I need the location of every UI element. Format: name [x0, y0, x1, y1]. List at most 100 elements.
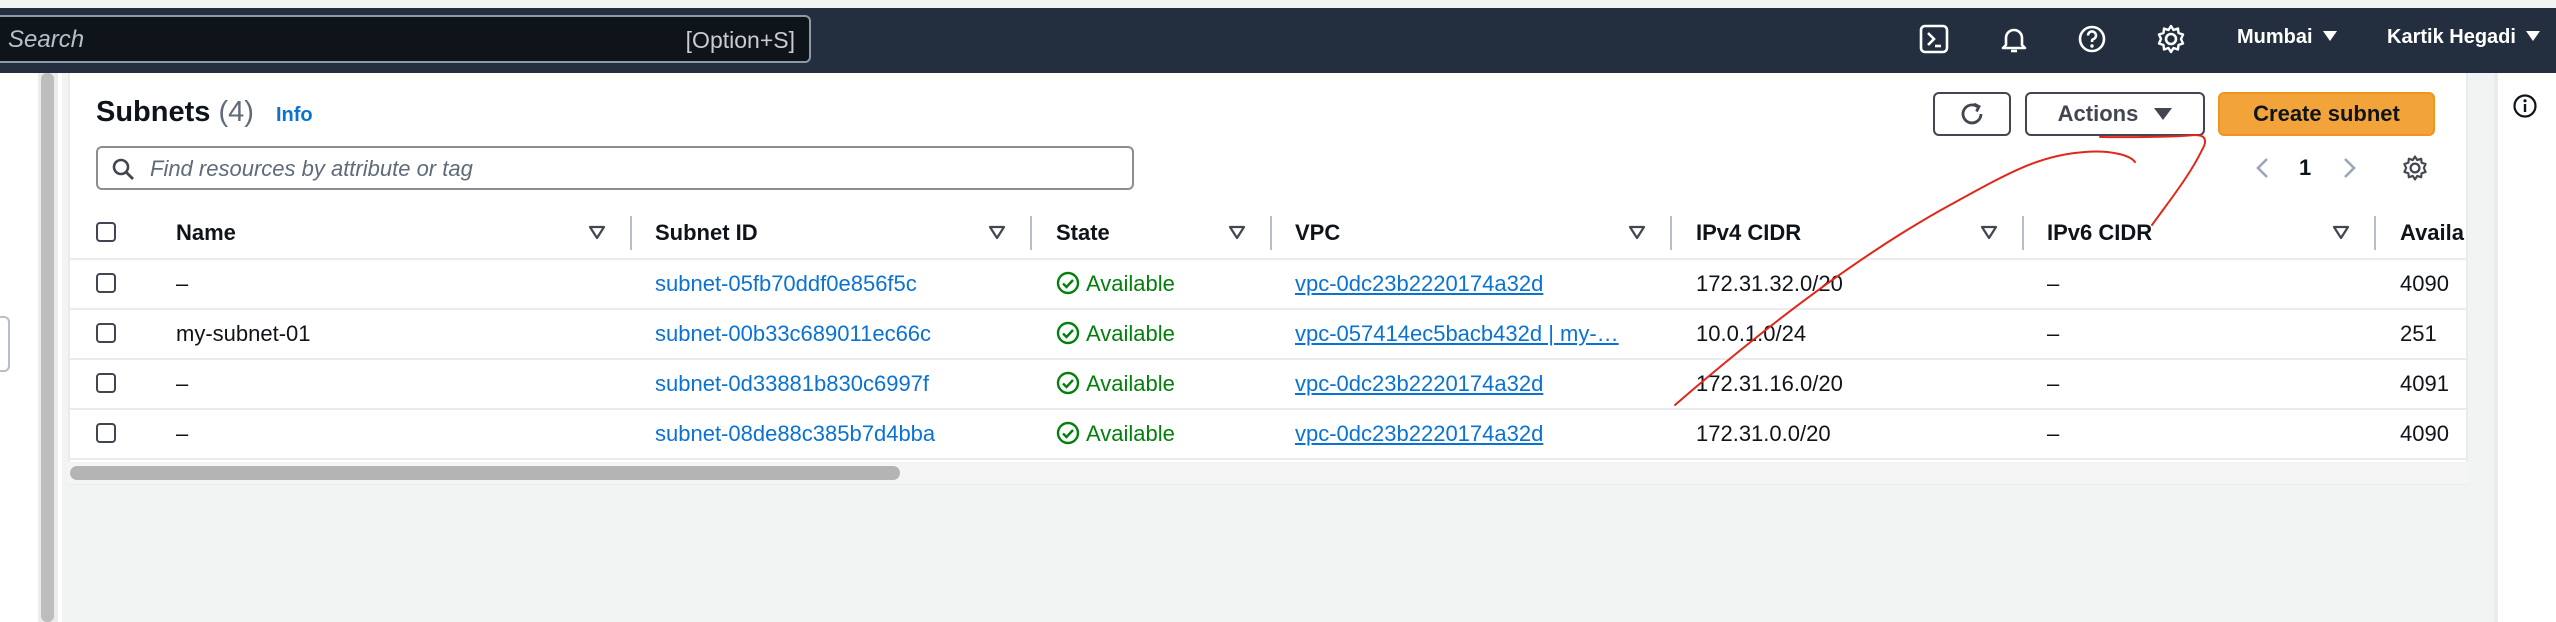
table-row[interactable]: my-subnet-01 subnet-00b33c689011ec66c Av…: [68, 308, 2468, 360]
help-icon[interactable]: [2075, 22, 2109, 56]
horizontal-scrollbar[interactable]: [68, 462, 2468, 484]
terminal-icon[interactable]: [1917, 22, 1951, 56]
sort-icon[interactable]: [588, 223, 606, 241]
check-circle-icon: [1056, 271, 1080, 295]
state-label: Available: [1086, 421, 1175, 446]
select-all-checkbox[interactable]: [96, 222, 116, 242]
cell-subnet-id-link[interactable]: subnet-00b33c689011ec66c: [655, 321, 931, 347]
column-header-subnet-id[interactable]: Subnet ID: [655, 220, 758, 246]
preferences-gear-icon[interactable]: [2400, 153, 2430, 183]
chevron-down-icon: [2525, 31, 2540, 41]
column-resizer[interactable]: [2022, 216, 2024, 250]
column-header-ipv4-cidr[interactable]: IPv4 CIDR: [1696, 220, 1801, 246]
cell-ipv4-cidr: 172.31.32.0/20: [1696, 271, 1843, 296]
refresh-button[interactable]: [1933, 92, 2011, 136]
cell-ipv6-cidr: –: [2047, 321, 2060, 346]
create-subnet-label: Create subnet: [2253, 101, 2400, 126]
chevron-down-icon: [2322, 31, 2337, 41]
table-row[interactable]: – subnet-05fb70ddf0e856f5c Available vpc…: [68, 258, 2468, 310]
column-resizer[interactable]: [1270, 216, 1272, 250]
sort-icon[interactable]: [988, 223, 1006, 241]
global-search[interactable]: [Option+S]: [0, 15, 811, 63]
account-name: Kartik Hegadi: [2387, 26, 2516, 48]
column-resizer[interactable]: [1030, 216, 1032, 250]
side-navigation-toggle[interactable]: [0, 316, 10, 372]
cell-vpc-link[interactable]: vpc-0dc23b2220174a32d: [1295, 271, 1543, 297]
column-resizer[interactable]: [2374, 216, 2376, 250]
row-checkbox[interactable]: [96, 423, 116, 443]
vertical-scrollbar[interactable]: [38, 73, 58, 622]
row-checkbox[interactable]: [96, 373, 116, 393]
previous-page-icon[interactable]: [2252, 156, 2274, 180]
current-page-number[interactable]: 1: [2299, 155, 2311, 181]
row-checkbox[interactable]: [96, 273, 116, 293]
table-header: Name Subnet ID State VPC IPv4 CIDR IPv6 …: [68, 208, 2468, 260]
filter-input[interactable]: [148, 148, 1112, 190]
top-navigation: [Option+S] Mumbai Kartik Hegadi: [0, 0, 2556, 73]
cell-vpc-link[interactable]: vpc-0dc23b2220174a32d: [1295, 371, 1543, 397]
actions-label: Actions: [2057, 101, 2139, 126]
global-search-input[interactable]: [6, 17, 610, 63]
cell-state: Available: [1056, 321, 1175, 347]
cell-available-ips: 4090: [2400, 271, 2449, 296]
cell-available-ips: 4091: [2400, 371, 2449, 396]
right-rail: [2496, 73, 2556, 622]
cell-vpc-link[interactable]: vpc-057414ec5bacb432d | my-…: [1295, 321, 1619, 347]
search-shortcut-hint: [Option+S]: [685, 27, 795, 53]
filter-box[interactable]: [96, 146, 1134, 190]
column-header-availability[interactable]: Availa: [2400, 220, 2464, 246]
column-resizer[interactable]: [1670, 216, 1672, 250]
title-text: Subnets: [96, 96, 211, 128]
state-label: Available: [1086, 371, 1175, 396]
cell-state: Available: [1056, 421, 1175, 447]
refresh-icon: [1961, 102, 1983, 125]
cell-name: –: [176, 421, 189, 446]
info-icon[interactable]: [2512, 93, 2538, 119]
table-row[interactable]: – subnet-08de88c385b7d4bba Available vpc…: [68, 408, 2468, 460]
column-header-state[interactable]: State: [1056, 220, 1110, 246]
cell-name: –: [176, 371, 189, 396]
cell-state: Available: [1056, 371, 1175, 397]
scrollbar-thumb[interactable]: [41, 73, 54, 622]
state-label: Available: [1086, 321, 1175, 346]
next-page-icon[interactable]: [2338, 156, 2360, 180]
cell-ipv6-cidr: –: [2047, 421, 2060, 446]
sort-icon[interactable]: [1980, 223, 1998, 241]
gear-icon[interactable]: [2154, 22, 2188, 56]
column-header-ipv6-cidr[interactable]: IPv6 CIDR: [2047, 220, 2152, 246]
check-circle-icon: [1056, 421, 1080, 445]
browser-strip: [0, 0, 2556, 8]
info-link[interactable]: Info: [276, 104, 313, 127]
cell-subnet-id-link[interactable]: subnet-05fb70ddf0e856f5c: [655, 271, 917, 297]
state-label: Available: [1086, 271, 1175, 296]
column-resizer[interactable]: [630, 216, 632, 250]
cell-ipv6-cidr: –: [2047, 271, 2060, 296]
cell-vpc-link[interactable]: vpc-0dc23b2220174a32d: [1295, 421, 1543, 447]
cell-subnet-id-link[interactable]: subnet-0d33881b830c6997f: [655, 371, 929, 397]
cell-available-ips: 251: [2400, 321, 2437, 346]
region-label: Mumbai: [2237, 26, 2313, 48]
column-header-vpc[interactable]: VPC: [1295, 220, 1340, 246]
sort-icon[interactable]: [1228, 223, 1246, 241]
sort-icon[interactable]: [1628, 223, 1646, 241]
region-selector[interactable]: Mumbai: [2237, 26, 2337, 49]
horizontal-scrollbar-thumb[interactable]: [70, 466, 900, 480]
cell-ipv6-cidr: –: [2047, 371, 2060, 396]
table-row[interactable]: – subnet-0d33881b830c6997f Available vpc…: [68, 358, 2468, 410]
create-subnet-button[interactable]: Create subnet: [2218, 92, 2435, 136]
caret-down-icon: [2154, 108, 2173, 120]
sort-icon[interactable]: [2332, 223, 2350, 241]
check-circle-icon: [1056, 321, 1080, 345]
cell-ipv4-cidr: 172.31.16.0/20: [1696, 371, 1843, 396]
column-header-name[interactable]: Name: [176, 220, 236, 246]
cell-subnet-id-link[interactable]: subnet-08de88c385b7d4bba: [655, 421, 935, 447]
bell-icon[interactable]: [1997, 22, 2031, 56]
account-menu[interactable]: Kartik Hegadi: [2387, 26, 2540, 49]
cell-ipv4-cidr: 10.0.1.0/24: [1696, 321, 1807, 346]
search-icon: [112, 158, 134, 180]
cell-ipv4-cidr: 172.31.0.0/20: [1696, 421, 1831, 446]
cell-state: Available: [1056, 271, 1175, 297]
row-checkbox[interactable]: [96, 323, 116, 343]
check-circle-icon: [1056, 371, 1080, 395]
actions-dropdown[interactable]: Actions: [2025, 92, 2205, 136]
